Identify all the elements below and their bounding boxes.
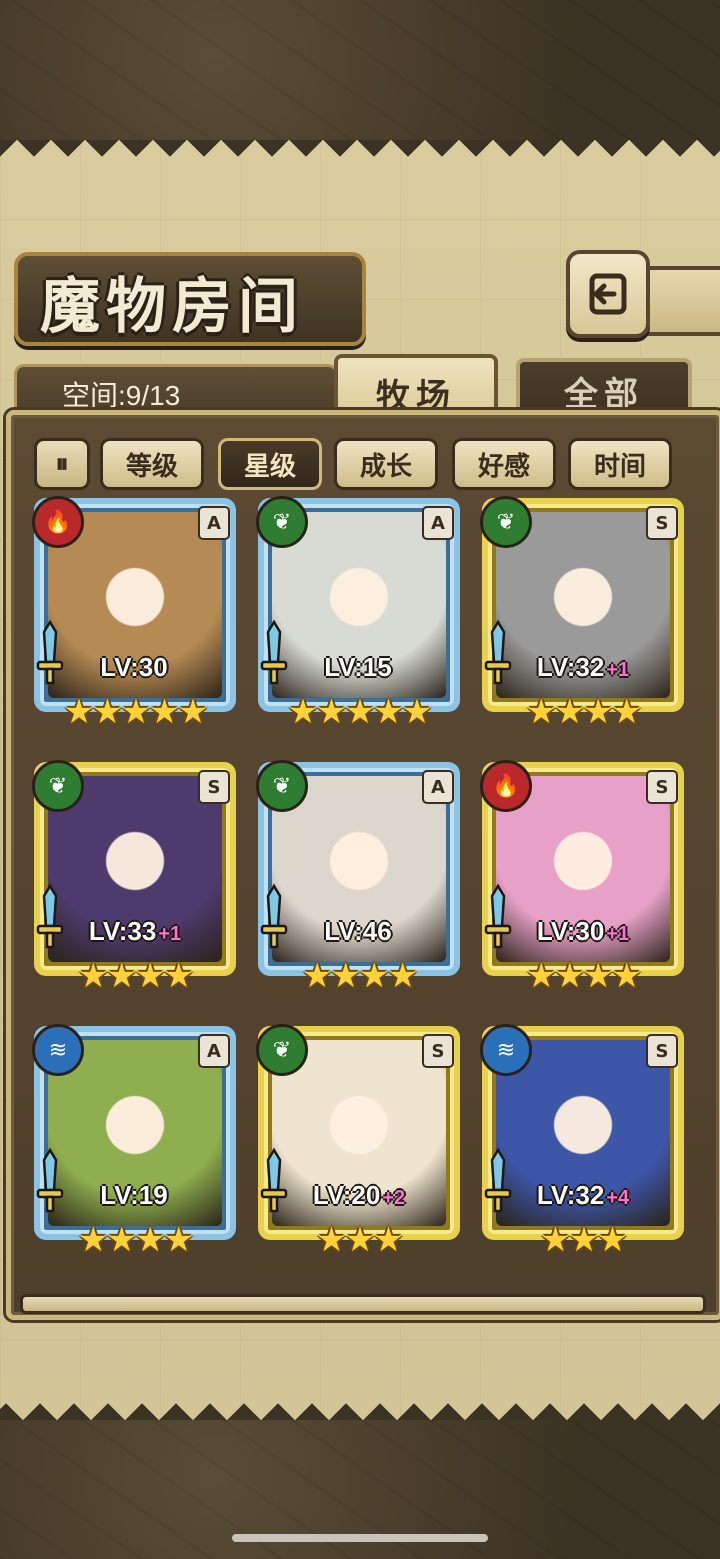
star-rating: ★★★★	[78, 956, 194, 996]
leaf-element-icon: ❦	[480, 496, 532, 548]
star-rating: ★★★★	[302, 956, 418, 996]
sort-button-level[interactable]: 等级	[100, 438, 204, 490]
rank-badge: S	[198, 770, 230, 804]
leaf-element-icon: ❦	[256, 496, 308, 548]
monster-card[interactable]: ≋ A LV:19 ★★★★	[32, 1024, 242, 1262]
monster-level: LV:30	[34, 652, 236, 683]
rank-badge: A	[422, 506, 454, 540]
monster-level: LV:32 +1	[482, 652, 684, 683]
level-text: LV:33	[88, 916, 157, 946]
rank-badge: S	[422, 1034, 454, 1068]
monster-level: LV:20 +2	[258, 1180, 460, 1211]
rank-badge: S	[646, 1034, 678, 1068]
level-bonus: +1	[606, 659, 630, 681]
monster-level: LV:33 +1	[34, 916, 236, 947]
leaf-element-icon: ❦	[256, 760, 308, 812]
monster-level: LV:30 +1	[482, 916, 684, 947]
rank-badge: A	[422, 770, 454, 804]
star-rating: ★★★★★	[63, 692, 208, 732]
star-rating: ★★★★	[78, 1220, 194, 1260]
monster-card[interactable]: ❦ A LV:46 ★★★★	[256, 760, 466, 998]
star-rating: ★★★	[540, 1220, 627, 1260]
page-title: 魔物房间	[40, 272, 304, 342]
level-text: LV:46	[324, 916, 392, 946]
fire-element-icon: 🔥	[32, 496, 84, 548]
back-arrow-icon	[589, 273, 627, 315]
rank-badge: S	[646, 770, 678, 804]
panel-bottom-rail	[20, 1294, 706, 1314]
monster-card[interactable]: ❦ A LV:15 ★★★★★	[256, 496, 466, 734]
level-text: LV:30	[100, 652, 168, 682]
map-background-top	[0, 0, 720, 140]
monster-level: LV:19	[34, 1180, 236, 1211]
star-rating: ★★★★	[526, 692, 642, 732]
star-rating: ★★★★★	[287, 692, 432, 732]
level-text: LV:30	[536, 916, 605, 946]
sort-button-time[interactable]: 时间	[568, 438, 672, 490]
sort-button-stars[interactable]: 星级	[218, 438, 322, 490]
level-text: LV:15	[324, 652, 392, 682]
level-bonus: +4	[606, 1187, 630, 1209]
monster-level: LV:46	[258, 916, 460, 947]
level-text: LV:20	[312, 1180, 381, 1210]
sort-order-icon: ⏸	[55, 448, 69, 479]
fire-element-icon: 🔥	[480, 760, 532, 812]
monster-card[interactable]: 🔥 S LV:30 +1 ★★★★	[480, 760, 690, 998]
rank-badge: A	[198, 1034, 230, 1068]
back-button[interactable]	[566, 250, 650, 338]
sort-order-toggle[interactable]: ⏸	[34, 438, 90, 490]
level-text: LV:19	[100, 1180, 168, 1210]
level-bonus: +1	[158, 923, 182, 945]
leaf-element-icon: ❦	[32, 760, 84, 812]
level-bonus: +1	[606, 923, 630, 945]
monster-card[interactable]: ❦ S LV:33 +1 ★★★★	[32, 760, 242, 998]
level-bonus: +2	[382, 1187, 406, 1209]
water-element-icon: ≋	[480, 1024, 532, 1076]
water-element-icon: ≋	[32, 1024, 84, 1076]
sort-bar: ⏸ 等级 星级 成长 好感 时间	[24, 430, 700, 496]
monster-card[interactable]: ❦ S LV:20 +2 ★★★	[256, 1024, 466, 1262]
zigzag-border-bottom	[0, 1386, 720, 1420]
monster-level: LV:15	[258, 652, 460, 683]
rank-badge: A	[198, 506, 230, 540]
sort-button-affection[interactable]: 好感	[452, 438, 556, 490]
monster-card[interactable]: 🔥 A LV:30 ★★★★★	[32, 496, 242, 734]
monster-level: LV:32 +4	[482, 1180, 684, 1211]
rank-badge: S	[646, 506, 678, 540]
home-indicator[interactable]	[232, 1534, 488, 1542]
monster-card[interactable]: ❦ S LV:32 +1 ★★★★	[480, 496, 690, 734]
level-text: LV:32	[536, 1180, 605, 1210]
level-text: LV:32	[536, 652, 605, 682]
zigzag-border-top	[0, 140, 720, 174]
star-rating: ★★★★	[526, 956, 642, 996]
space-counter: 空间:9/13	[62, 380, 181, 411]
monster-card[interactable]: ≋ S LV:32 +4 ★★★	[480, 1024, 690, 1262]
star-rating: ★★★	[316, 1220, 403, 1260]
leaf-element-icon: ❦	[256, 1024, 308, 1076]
sort-button-growth[interactable]: 成长	[334, 438, 438, 490]
